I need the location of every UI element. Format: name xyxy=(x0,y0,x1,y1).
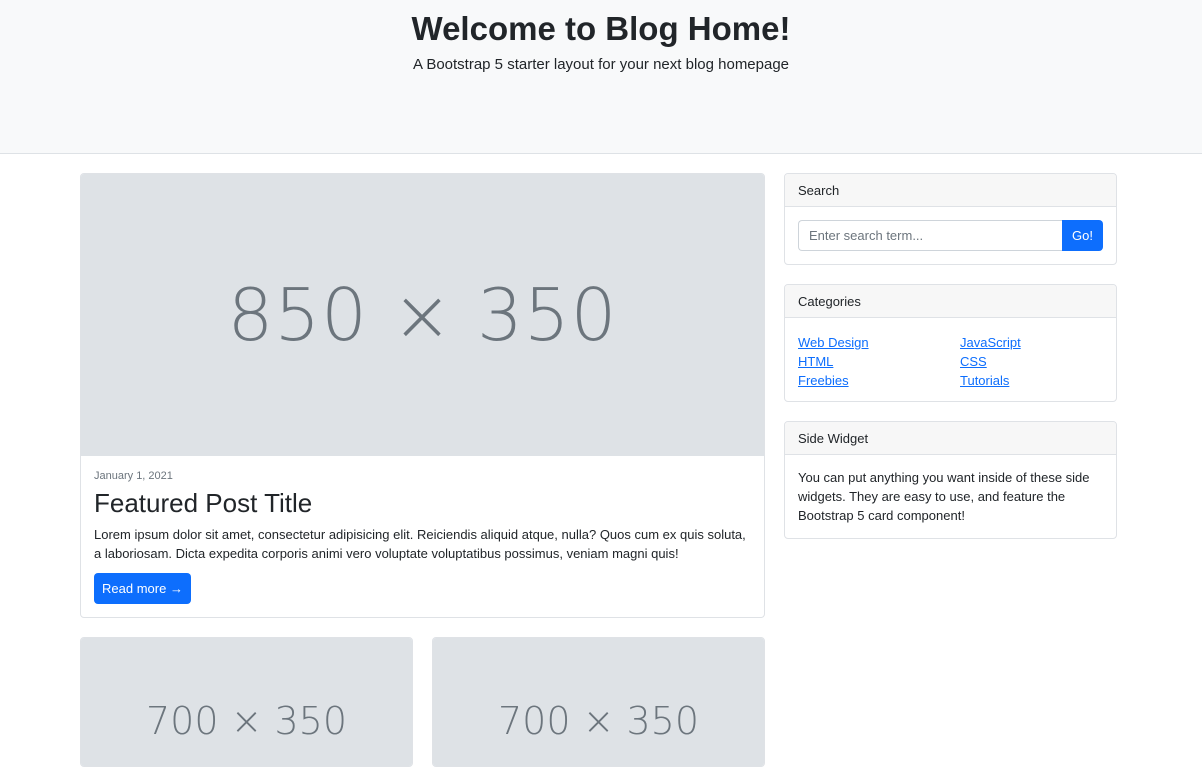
post-image-label: 700 × 350 xyxy=(145,699,348,743)
featured-post-body: January 1, 2021 Featured Post Title Lore… xyxy=(94,456,751,617)
side-widget-text: You can put anything you want inside of … xyxy=(798,470,1090,523)
page-subtitle: A Bootstrap 5 starter layout for your ne… xyxy=(412,56,790,73)
featured-image-label: 850 × 350 xyxy=(227,273,618,357)
search-input[interactable] xyxy=(798,220,1062,251)
post-image[interactable]: 700 × 350 xyxy=(433,638,764,766)
post-title: Featured Post Title xyxy=(94,488,313,518)
category-link-web-design[interactable]: Web Design xyxy=(798,335,869,350)
category-link-css[interactable]: CSS xyxy=(960,354,987,369)
category-link-html[interactable]: HTML xyxy=(798,354,833,369)
page-title: Welcome to Blog Home! xyxy=(411,10,791,47)
read-more-button[interactable]: Read more → xyxy=(94,573,191,604)
side-widget-header: Side Widget xyxy=(785,422,1116,455)
post-image[interactable]: 700 × 350 xyxy=(81,638,412,766)
categories-list-left: Web Design HTML Freebies xyxy=(798,333,869,390)
categories-widget: Categories Web Design HTML Freebies Java… xyxy=(784,284,1117,402)
search-go-button[interactable]: Go! xyxy=(1062,220,1103,251)
categories-list-right: JavaScript CSS Tutorials xyxy=(960,333,1021,390)
post-card: 700 × 350 xyxy=(80,637,413,767)
category-link-freebies[interactable]: Freebies xyxy=(798,373,849,388)
categories-widget-header: Categories xyxy=(785,285,1116,318)
post-excerpt: Lorem ipsum dolor sit amet, consectetur … xyxy=(94,527,746,561)
post-date: January 1, 2021 xyxy=(94,470,173,482)
search-widget: Search Go! xyxy=(784,173,1117,265)
category-link-tutorials[interactable]: Tutorials xyxy=(960,373,1009,388)
featured-post-card: 850 × 350 January 1, 2021 Featured Post … xyxy=(80,173,765,618)
post-card: 700 × 350 xyxy=(432,637,765,767)
featured-post-image[interactable]: 850 × 350 xyxy=(81,174,764,456)
search-group: Go! xyxy=(798,220,1103,251)
category-link-javascript[interactable]: JavaScript xyxy=(960,335,1021,350)
side-widget: Side Widget You can put anything you wan… xyxy=(784,421,1117,539)
page-header: Welcome to Blog Home! A Bootstrap 5 star… xyxy=(0,0,1202,154)
post-image-label: 700 × 350 xyxy=(497,699,700,743)
search-widget-header: Search xyxy=(785,174,1116,207)
